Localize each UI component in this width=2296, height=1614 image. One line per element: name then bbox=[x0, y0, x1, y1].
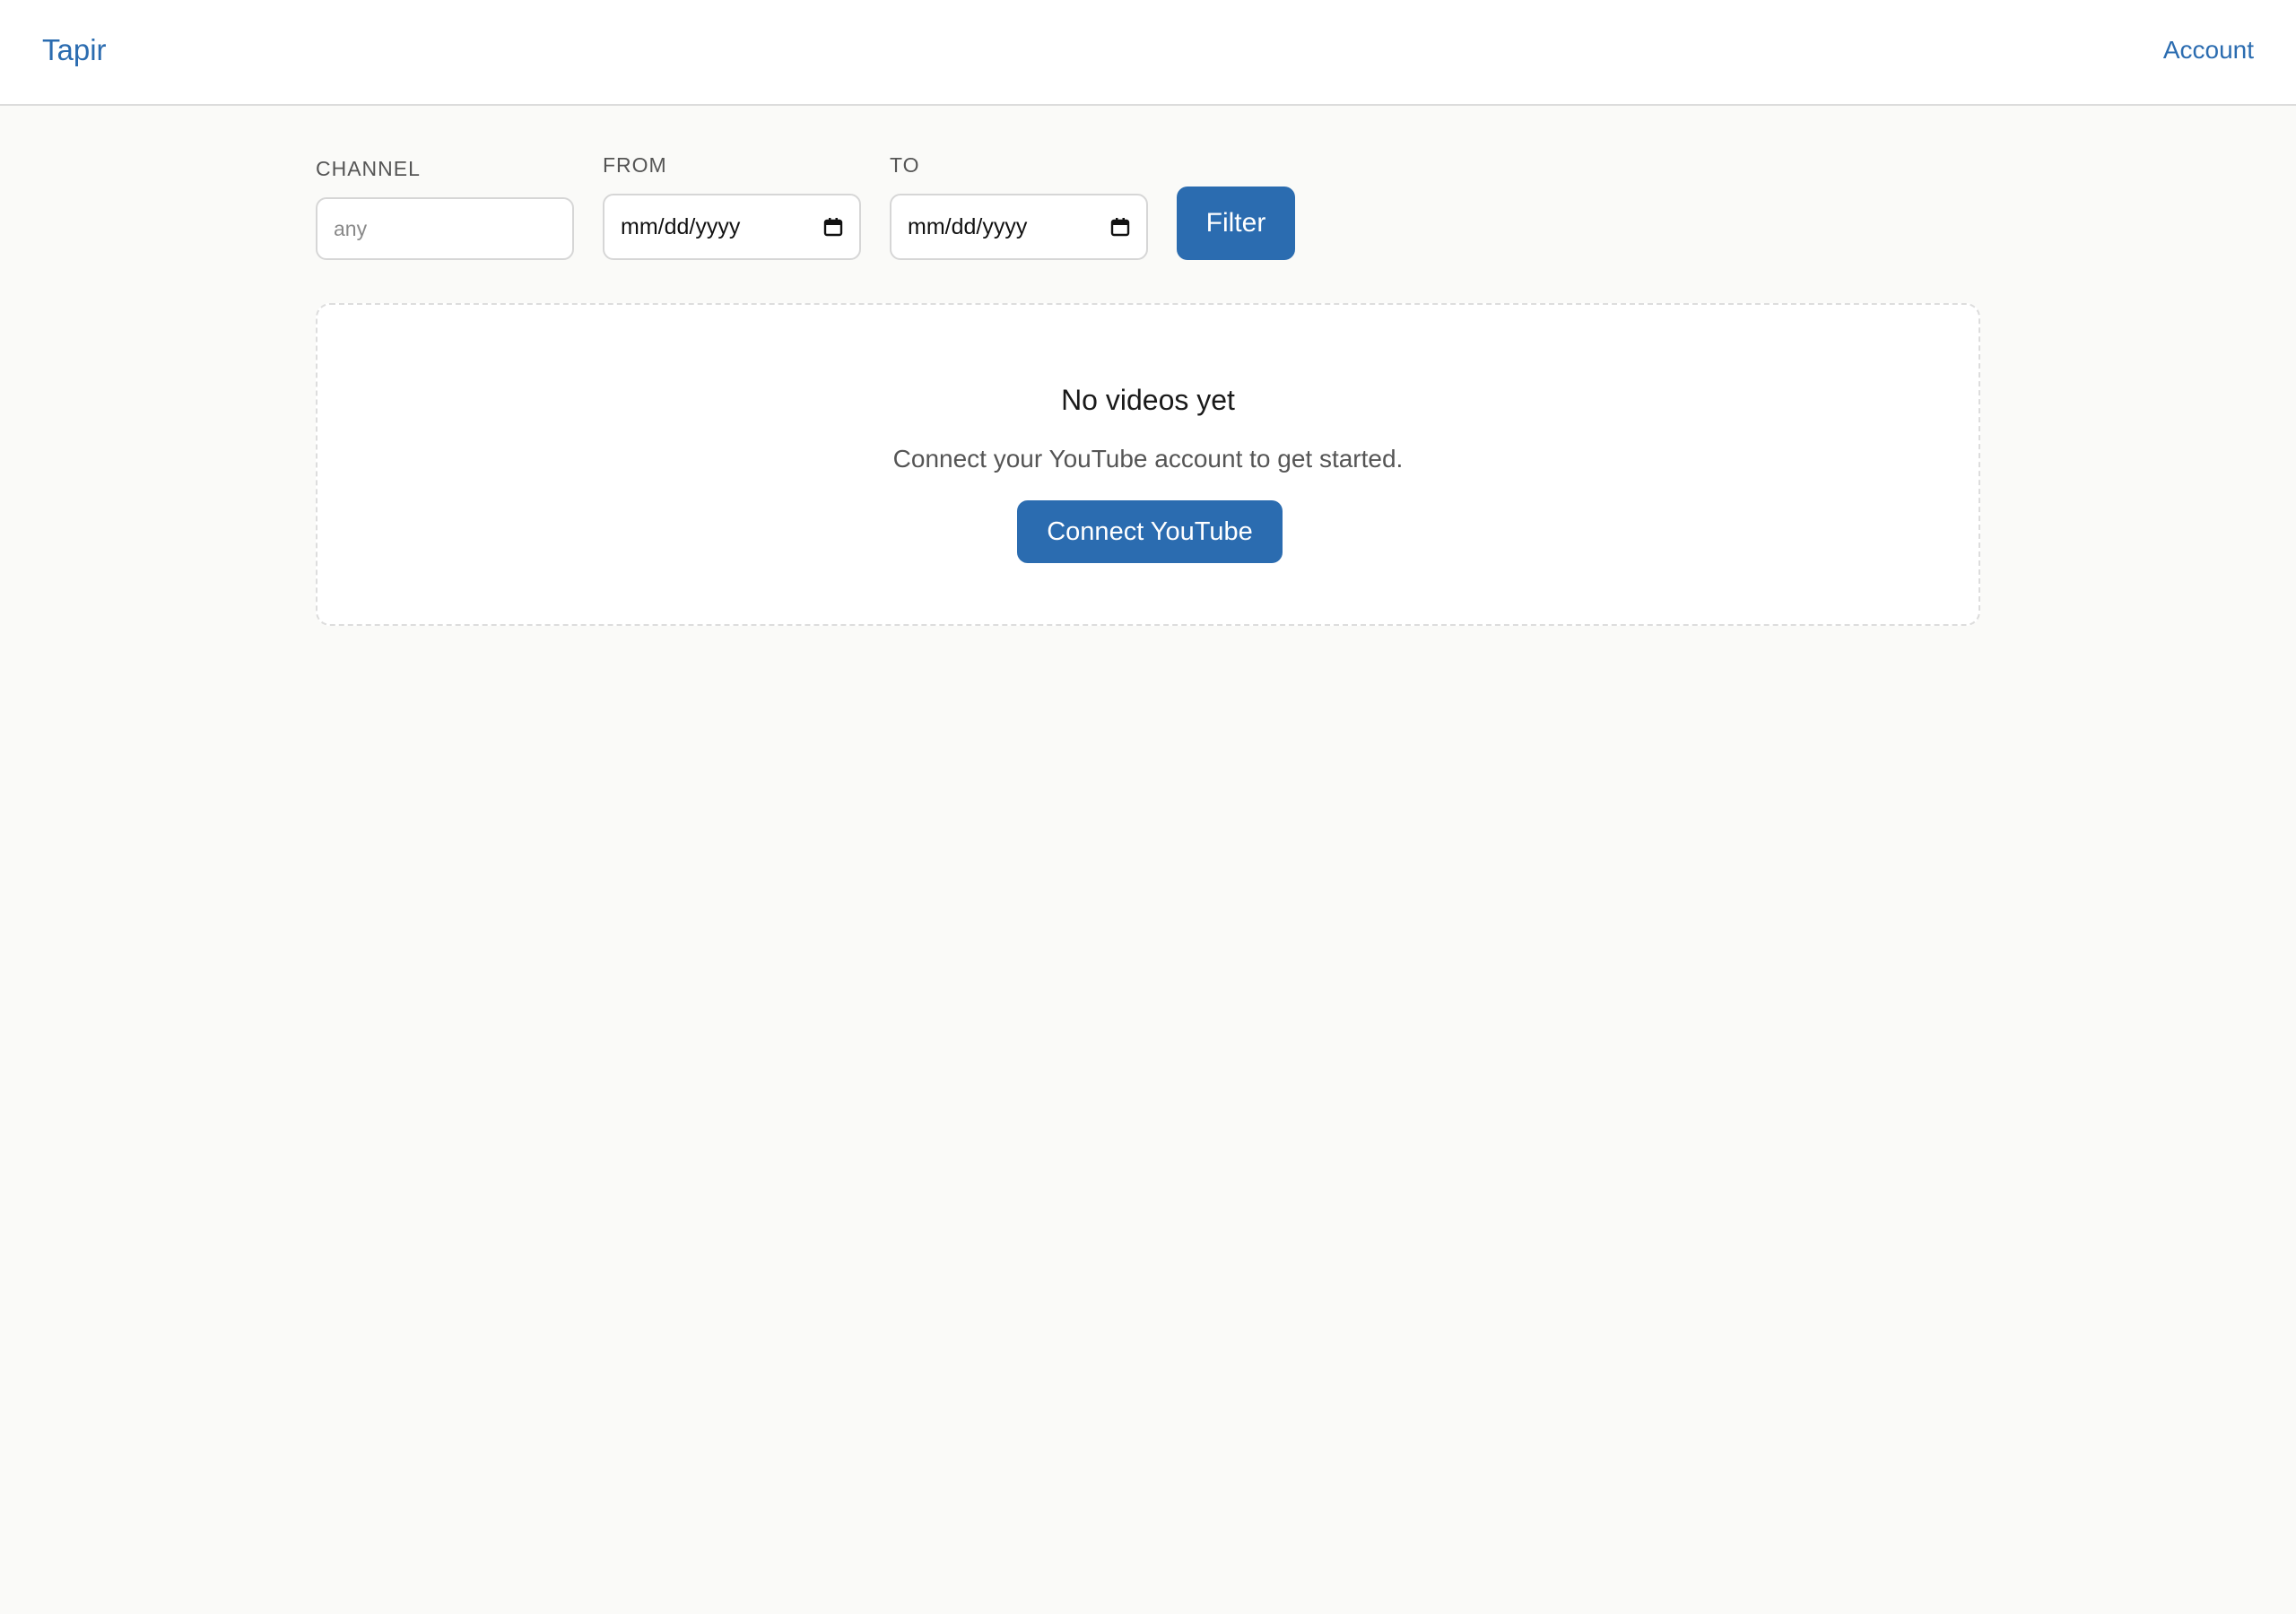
brand-link[interactable]: Tapir bbox=[42, 32, 107, 68]
channel-input[interactable] bbox=[316, 197, 574, 260]
calendar-icon[interactable] bbox=[823, 217, 843, 237]
from-date-label: FROM bbox=[603, 153, 667, 177]
to-date-field: TO mm/dd/yyyy bbox=[890, 151, 1148, 260]
filter-button[interactable]: Filter bbox=[1177, 187, 1295, 260]
from-date-field: FROM mm/dd/yyyy bbox=[603, 151, 861, 260]
empty-state-card: No videos yet Connect your YouTube accou… bbox=[316, 303, 1980, 626]
empty-state-message: Connect your YouTube account to get star… bbox=[892, 445, 1404, 473]
from-date-input[interactable]: mm/dd/yyyy bbox=[603, 194, 861, 260]
calendar-icon[interactable] bbox=[1110, 217, 1130, 237]
to-date-label: TO bbox=[890, 153, 920, 177]
to-date-value: mm/dd/yyyy bbox=[908, 213, 1028, 239]
video-filter-form: CHANNEL FROM mm/dd/yyyy TO mm/dd/yyyy bbox=[316, 151, 1984, 262]
account-link[interactable]: Account bbox=[2163, 34, 2254, 66]
connect-youtube-button[interactable]: Connect YouTube bbox=[1017, 500, 1283, 563]
top-navigation-bar: Tapir Account bbox=[0, 0, 2296, 106]
channel-label: CHANNEL bbox=[316, 157, 421, 180]
empty-state-title: No videos yet bbox=[1061, 384, 1235, 416]
from-date-value: mm/dd/yyyy bbox=[621, 213, 741, 239]
channel-field: CHANNEL bbox=[316, 151, 574, 260]
to-date-input[interactable]: mm/dd/yyyy bbox=[890, 194, 1148, 260]
